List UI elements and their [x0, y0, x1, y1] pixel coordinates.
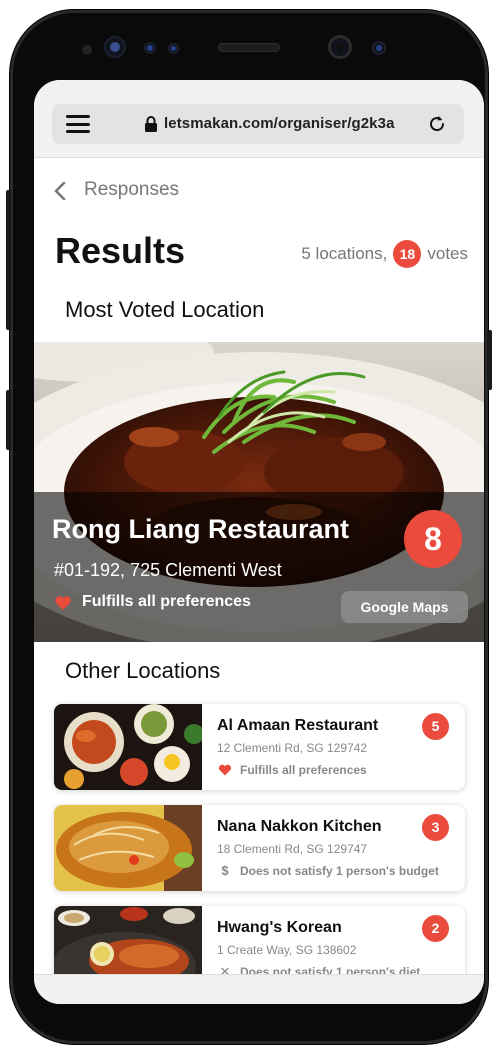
location-card[interactable]: Al Amaan Restaurant 12 Clementi Rd, SG 1… — [54, 704, 465, 790]
reload-icon[interactable] — [426, 113, 448, 135]
top-location-votes: 8 — [404, 510, 462, 568]
location-address: 12 Clementi Rd, SG 129742 — [217, 741, 368, 755]
screen: letsmakan.com/organiser/g2k3a Responses … — [34, 80, 484, 1004]
chevron-left-icon[interactable] — [52, 180, 68, 202]
google-maps-button[interactable]: Google Maps — [341, 591, 468, 623]
food-thumbnail — [54, 805, 202, 891]
location-card[interactable]: Nana Nakkon Kitchen 18 Clementi Rd, SG 1… — [54, 805, 465, 891]
location-name: Al Amaan Restaurant — [217, 717, 379, 734]
url-text[interactable]: letsmakan.com/organiser/g2k3a — [164, 115, 395, 132]
location-address: 1 Create Way, SG 138602 — [217, 943, 357, 957]
dollar-icon: $ — [221, 863, 229, 878]
lock-icon — [145, 116, 157, 132]
top-location-preference: Fulfills all preferences — [82, 593, 251, 610]
section-title-other: Other Locations — [65, 658, 221, 683]
section-title-most-voted: Most Voted Location — [65, 297, 265, 322]
food-thumbnail — [54, 704, 202, 790]
location-name: Nana Nakkon Kitchen — [217, 818, 382, 835]
address-bar[interactable]: letsmakan.com/organiser/g2k3a — [52, 104, 464, 144]
browser-bottom-bar — [34, 974, 484, 1004]
top-location-name: Rong Liang Restaurant — [52, 514, 350, 544]
votes-label: votes — [427, 244, 468, 263]
locations-count: 5 locations, — [301, 244, 388, 263]
heart-icon — [218, 764, 232, 776]
top-location-address: #01-192, 725 Clementi West — [54, 560, 282, 580]
phone-frame: letsmakan.com/organiser/g2k3a Responses … — [6, 10, 492, 1044]
volume-button — [6, 390, 11, 450]
top-location-card[interactable]: Rong Liang Restaurant #01-192, 725 Cleme… — [34, 342, 484, 642]
menu-icon[interactable] — [66, 115, 90, 133]
location-address: 18 Clementi Rd, SG 129747 — [217, 842, 368, 856]
front-sensor — [104, 36, 126, 58]
heart-icon — [55, 596, 71, 610]
browser-bar: letsmakan.com/organiser/g2k3a — [34, 80, 484, 158]
page-title: Results — [55, 230, 186, 271]
side-key — [487, 330, 492, 390]
vote-count-badge: 5 — [422, 713, 449, 740]
sensor-dot — [168, 43, 179, 54]
location-note: Does not satisfy 1 person's budget — [240, 864, 439, 878]
earpiece-speaker — [218, 43, 280, 52]
vote-count-badge: 3 — [422, 814, 449, 841]
location-note: Fulfills all preferences — [240, 763, 367, 777]
power-button — [6, 190, 11, 330]
sensor-dot — [144, 42, 156, 54]
sensor-dot — [82, 45, 92, 55]
votes-badge: 18 — [393, 240, 422, 268]
location-name: Hwang's Korean — [217, 919, 342, 936]
back-link[interactable]: Responses — [84, 179, 179, 201]
phone-sensors — [10, 10, 488, 70]
sensor-dot — [372, 41, 386, 55]
vote-count-badge: 2 — [422, 915, 449, 942]
results-summary: 5 locations, 18 votes — [301, 240, 468, 268]
front-camera — [328, 35, 352, 59]
